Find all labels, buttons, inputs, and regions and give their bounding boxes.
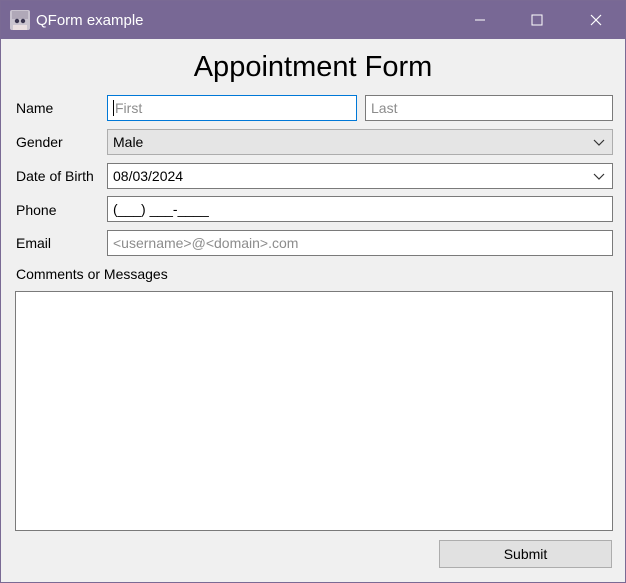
- last-name-input[interactable]: Last: [365, 95, 613, 121]
- close-button[interactable]: [573, 1, 619, 39]
- dob-value: 08/03/2024: [113, 168, 184, 184]
- app-avatar-icon: [10, 10, 30, 30]
- close-icon: [590, 14, 602, 26]
- chevron-down-icon: [593, 139, 605, 146]
- phone-mask: (___) ___-____: [113, 201, 209, 217]
- email-placeholder: <username>@<domain>.com: [113, 235, 299, 251]
- comments-label: Comments or Messages: [16, 266, 168, 282]
- dob-label: Date of Birth: [16, 168, 94, 184]
- gender-select[interactable]: Male: [107, 129, 613, 155]
- chevron-down-icon[interactable]: [593, 172, 605, 182]
- email-label: Email: [16, 235, 52, 251]
- comments-textarea[interactable]: [15, 291, 613, 531]
- gender-value: Male: [113, 134, 144, 150]
- title-bar[interactable]: QForm example: [1, 1, 625, 39]
- first-name-placeholder: First: [115, 100, 143, 116]
- email-input[interactable]: <username>@<domain>.com: [107, 230, 613, 256]
- last-name-placeholder: Last: [371, 100, 398, 116]
- dob-date-picker[interactable]: 08/03/2024: [107, 163, 613, 189]
- app-window: QForm example Appointment Form Name Firs…: [0, 0, 626, 583]
- phone-input[interactable]: (___) ___-____: [107, 196, 613, 222]
- minimize-icon: [475, 19, 485, 21]
- gender-label: Gender: [16, 134, 63, 150]
- phone-label: Phone: [16, 202, 57, 218]
- text-caret: [113, 100, 114, 116]
- form-heading: Appointment Form: [193, 51, 433, 83]
- name-label: Name: [16, 100, 54, 116]
- submit-button[interactable]: Submit: [439, 540, 612, 568]
- maximize-icon: [531, 14, 543, 26]
- window-title: QForm example: [36, 12, 144, 29]
- minimize-button[interactable]: [457, 1, 503, 39]
- first-name-input[interactable]: First: [107, 95, 357, 121]
- maximize-button[interactable]: [514, 1, 560, 39]
